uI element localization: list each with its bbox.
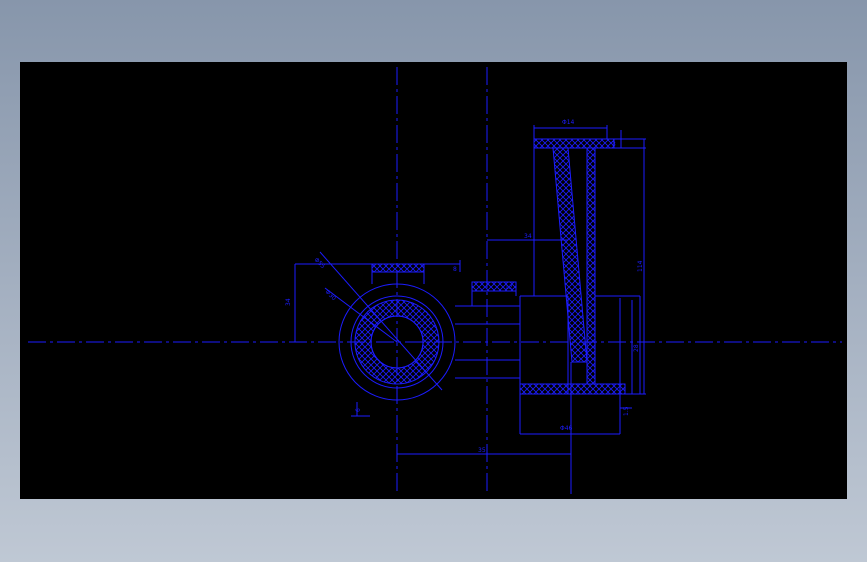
dim-flange: 12 bbox=[505, 284, 513, 291]
dim-top-width: Φ14 bbox=[562, 119, 575, 126]
top-cap bbox=[533, 138, 615, 149]
dim-inner-diameter: Φ30 bbox=[324, 288, 338, 302]
dim-bottom-thickness: 1.5 bbox=[623, 406, 630, 416]
side-section bbox=[397, 125, 646, 494]
cad-drawing: Φ14 3 8 12 34 Φ55 Φ30 34 6 Φ46 1.5 28 35… bbox=[28, 67, 842, 494]
dim-small: 8 bbox=[453, 266, 457, 273]
tapered-web bbox=[552, 147, 588, 363]
dim-height-34-left: 34 bbox=[285, 298, 292, 306]
circular-section bbox=[294, 251, 520, 417]
dim-thickness: 6 bbox=[355, 408, 362, 412]
cad-drawing-viewport[interactable]: Φ14 3 8 12 34 Φ55 Φ30 34 6 Φ46 1.5 28 35… bbox=[20, 62, 847, 499]
top-boss bbox=[371, 263, 425, 273]
dim-outer-diameter: Φ55 bbox=[313, 256, 327, 270]
dim-bottom-width: Φ46 bbox=[560, 425, 573, 432]
dim-baseline-35: 35 bbox=[478, 447, 486, 454]
dim-right-height: 28 bbox=[633, 344, 640, 352]
dim-height-34: 34 bbox=[524, 233, 532, 240]
bottom-plate bbox=[519, 383, 626, 395]
vertical-wall bbox=[586, 147, 596, 385]
dim-total-height: 114 bbox=[637, 260, 644, 272]
dim-top-thickness: 3 bbox=[612, 141, 616, 148]
